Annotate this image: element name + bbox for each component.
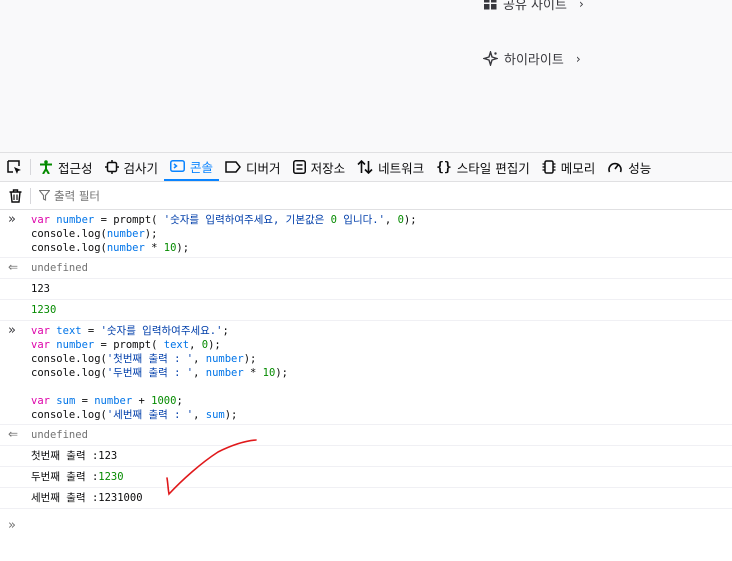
code-line: var number = prompt( text, 0); bbox=[31, 339, 221, 351]
log-text: 123 bbox=[31, 283, 50, 295]
log-value: 123 bbox=[98, 450, 118, 462]
highlights-label: 하이라이트 bbox=[504, 53, 564, 68]
devtools-toolbar: 접근성 검사기 콘솔 디버거 저장소 네트워크 {} 스타일 편집기 메모리 성… bbox=[0, 152, 732, 182]
tab-label: 검사기 bbox=[123, 160, 159, 176]
log-value: 1231000 bbox=[98, 492, 143, 504]
element-picker-button[interactable] bbox=[0, 153, 28, 181]
shared-sites-link[interactable]: 공유 사이트 › bbox=[484, 0, 584, 13]
filter-separator bbox=[30, 187, 31, 204]
console-prompt-input[interactable]: » bbox=[8, 518, 16, 533]
code-line: var sum = number + 1000; bbox=[31, 395, 183, 407]
highlights-link[interactable]: 하이라이트 › bbox=[483, 49, 581, 68]
inspector-icon bbox=[104, 160, 119, 174]
console-log-entry: 첫번째 출력 :123 bbox=[0, 446, 732, 467]
console-result-entry: ⇐ undefined bbox=[0, 425, 732, 446]
log-value: 1230 bbox=[98, 471, 124, 483]
code-block: var number = prompt( '숫자를 입력하여주세요, 기본값은 … bbox=[0, 210, 732, 255]
console-result-entry: ⇐ undefined bbox=[0, 258, 732, 279]
code-line: console.log('세번째 출력 : ', sum); bbox=[31, 409, 238, 421]
clear-console-button[interactable] bbox=[0, 188, 30, 203]
input-chevron-icon: » bbox=[8, 518, 16, 533]
code-line: var number = prompt( '숫자를 입력하여주세요, 기본값은 … bbox=[31, 214, 417, 226]
log-label: 두번째 출력 : bbox=[31, 471, 99, 483]
output-filter-input[interactable]: 출력 필터 bbox=[39, 188, 100, 204]
performance-icon bbox=[608, 162, 623, 173]
code-line: console.log(number); bbox=[31, 228, 158, 240]
log-text: 1230 bbox=[31, 304, 57, 316]
accessibility-icon bbox=[40, 160, 52, 174]
result-text: undefined bbox=[31, 429, 88, 441]
tab-accessibility[interactable]: 접근성 bbox=[33, 153, 99, 181]
toolbar-separator bbox=[30, 159, 31, 175]
code-line: var text = '숫자를 입력하여주세요.'; bbox=[31, 325, 229, 337]
filter-placeholder: 출력 필터 bbox=[54, 188, 100, 203]
console-input-entry[interactable]: » var number = prompt( '숫자를 입력하여주세요, 기본값… bbox=[0, 210, 732, 258]
tab-style-editor[interactable]: {} 스타일 편집기 bbox=[430, 153, 536, 181]
console-log-entry: 1230 bbox=[0, 300, 732, 321]
console-output: » var number = prompt( '숫자를 입력하여주세요, 기본값… bbox=[0, 210, 732, 509]
storage-icon bbox=[292, 160, 306, 174]
shared-sites-label: 공유 사이트 bbox=[503, 0, 567, 13]
chevron-right-icon: › bbox=[578, 0, 584, 11]
code-line: console.log('첫번째 출력 : ', number); bbox=[31, 353, 257, 365]
result-arrow-icon: ⇐ bbox=[8, 427, 19, 441]
log-label: 세번째 출력 : bbox=[31, 492, 99, 504]
network-icon bbox=[357, 160, 373, 174]
code-line: console.log('두번째 출력 : ', number * 10); bbox=[31, 367, 288, 379]
console-filter-bar: 출력 필터 bbox=[0, 182, 732, 210]
tab-label: 성능 bbox=[628, 160, 652, 176]
page-content-area: 공유 사이트 › 하이라이트 › bbox=[0, 0, 732, 152]
input-chevron-icon: » bbox=[8, 323, 16, 338]
memory-icon bbox=[542, 160, 556, 174]
result-arrow-icon: ⇐ bbox=[8, 260, 19, 274]
tab-label: 메모리 bbox=[560, 160, 596, 176]
braces-icon: {} bbox=[436, 159, 452, 175]
chevron-right-icon: › bbox=[575, 51, 581, 66]
filter-icon bbox=[39, 190, 50, 201]
tab-memory[interactable]: 메모리 bbox=[536, 153, 602, 181]
tab-performance[interactable]: 성능 bbox=[601, 153, 657, 181]
tab-label: 콘솔 bbox=[190, 159, 214, 175]
debugger-icon bbox=[225, 161, 242, 173]
code-block: var text = '숫자를 입력하여주세요.'; var number = p… bbox=[0, 321, 732, 422]
tab-label: 스타일 편집기 bbox=[456, 160, 530, 176]
console-log-entry: 두번째 출력 :1230 bbox=[0, 467, 732, 488]
input-chevron-icon: » bbox=[8, 212, 16, 227]
grid-icon bbox=[484, 0, 497, 10]
tab-network[interactable]: 네트워크 bbox=[351, 153, 430, 181]
console-log-entry: 세번째 출력 :1231000 bbox=[0, 488, 732, 509]
trash-icon bbox=[9, 188, 21, 203]
result-text: undefined bbox=[31, 262, 88, 274]
log-label: 첫번째 출력 : bbox=[31, 450, 99, 462]
tab-console[interactable]: 콘솔 bbox=[164, 153, 220, 181]
tab-label: 디버거 bbox=[246, 160, 281, 176]
console-icon bbox=[170, 160, 186, 172]
console-log-entry: 123 bbox=[0, 279, 732, 300]
tab-label: 접근성 bbox=[58, 160, 93, 176]
tab-label: 네트워크 bbox=[378, 160, 425, 176]
console-input-entry[interactable]: » var text = '숫자를 입력하여주세요.'; var number =… bbox=[0, 321, 732, 425]
tab-debugger[interactable]: 디버거 bbox=[219, 153, 287, 181]
tab-storage[interactable]: 저장소 bbox=[287, 153, 352, 181]
element-picker-icon bbox=[7, 160, 21, 174]
tab-inspector[interactable]: 검사기 bbox=[99, 153, 165, 181]
code-line: console.log(number * 10); bbox=[31, 242, 190, 254]
tab-label: 저장소 bbox=[310, 160, 346, 176]
sparkle-icon bbox=[483, 51, 498, 66]
